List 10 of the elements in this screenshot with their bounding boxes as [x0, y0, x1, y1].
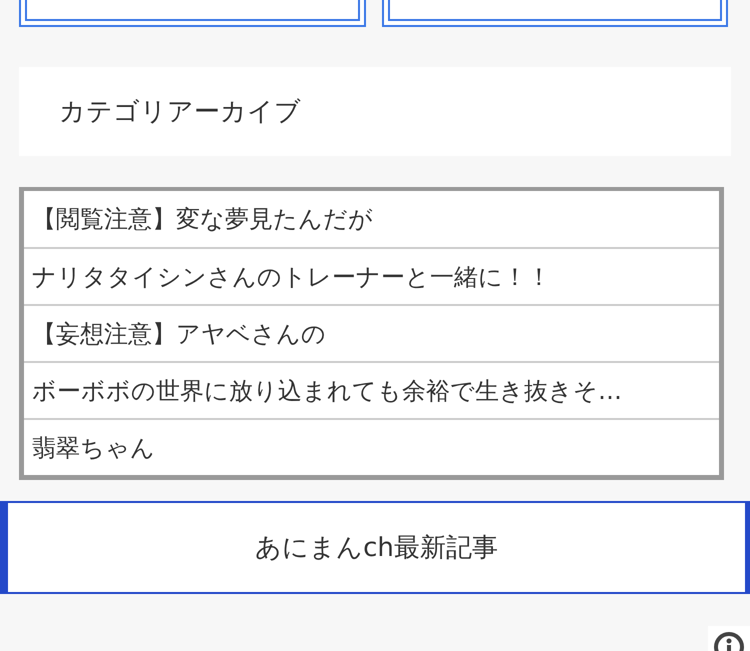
article-link[interactable]: ナリタタイシンさんのトレーナーと一緒に！！ — [24, 247, 719, 304]
category-archive-heading: カテゴリアーカイブ — [19, 67, 731, 156]
outline-button[interactable] — [382, 0, 728, 27]
outline-button[interactable] — [19, 0, 366, 27]
article-link[interactable]: 【閲覧注意】変な夢見たんだが — [24, 191, 719, 247]
info-icon[interactable] — [708, 626, 750, 651]
article-link[interactable]: ボーボボの世界に放り込まれても余裕で生き抜きそ… — [24, 361, 719, 418]
article-link[interactable]: 翡翠ちゃん — [24, 418, 719, 475]
section-heading: あにまんch最新記事 — [0, 501, 750, 594]
article-link[interactable]: 【妄想注意】アヤベさんの — [24, 304, 719, 361]
